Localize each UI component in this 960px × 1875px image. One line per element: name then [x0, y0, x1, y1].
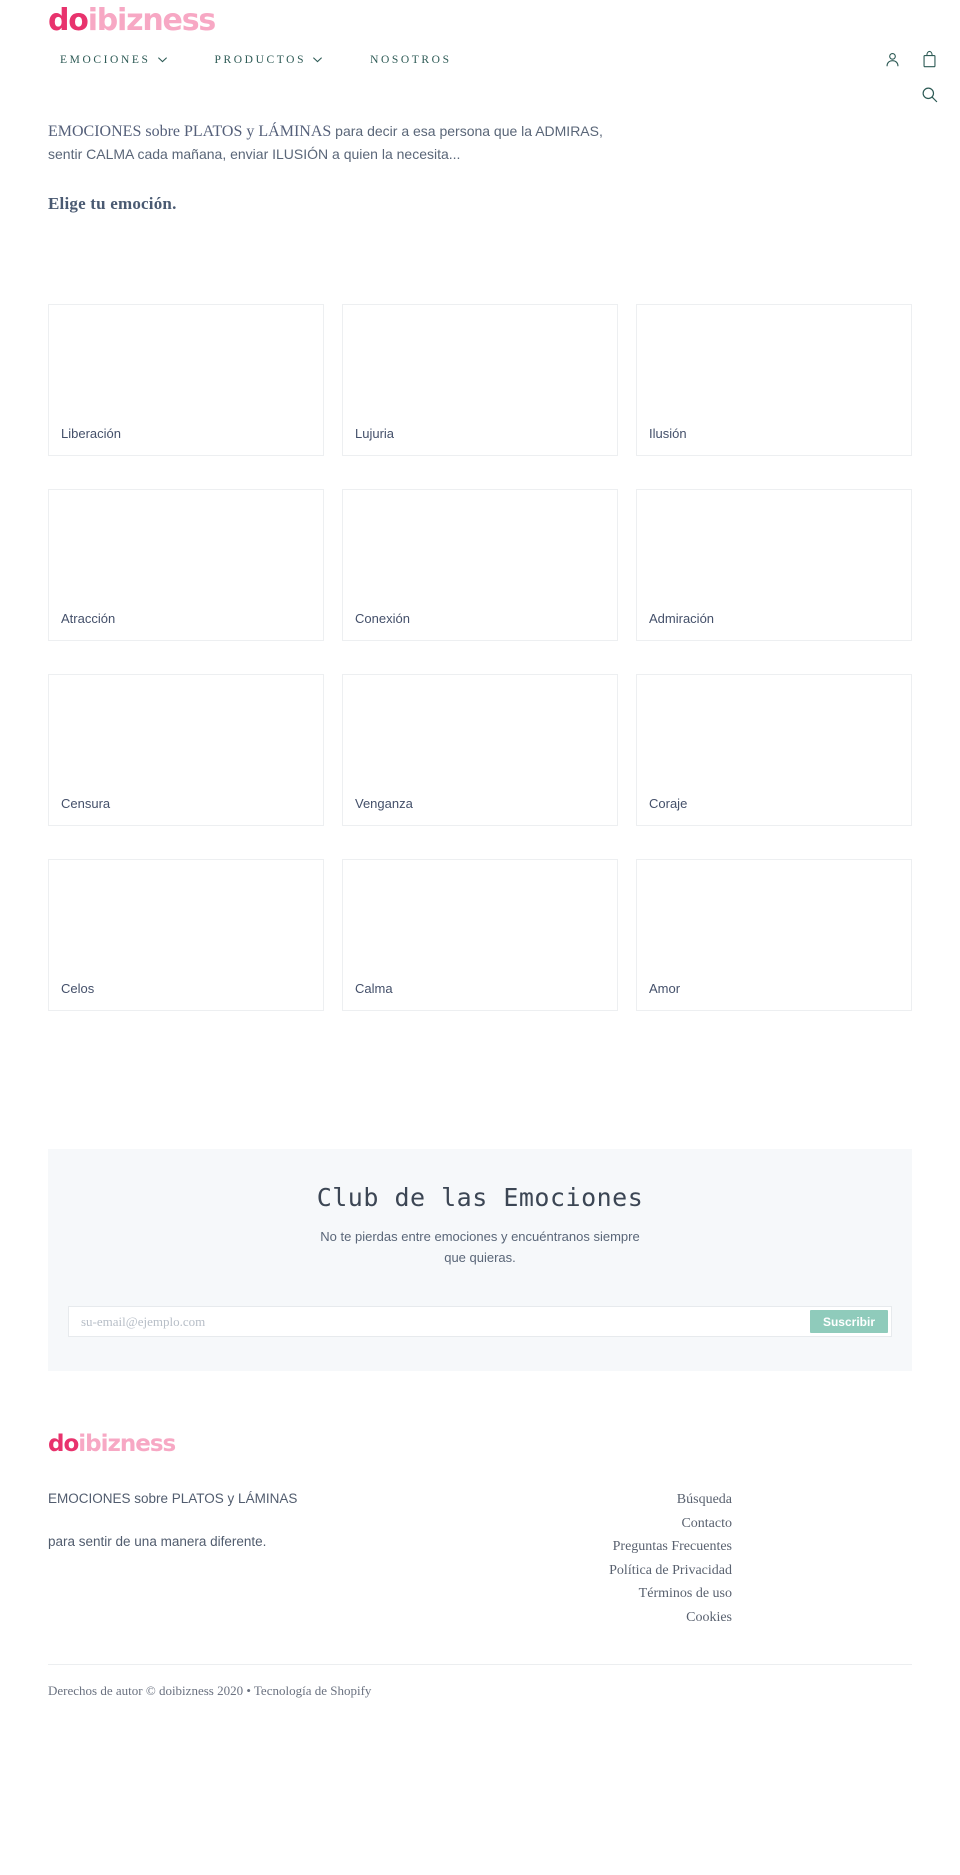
nav-item-nosotros[interactable]: NOSOTROS — [346, 54, 476, 66]
footer-link-list: Búsqueda Contacto Preguntas Frecuentes P… — [609, 1488, 912, 1630]
card-label: Coraje — [649, 796, 688, 811]
newsletter-subscribe-button[interactable]: Suscribir — [809, 1310, 888, 1333]
card-image — [637, 860, 911, 974]
emotion-card[interactable]: Admiración — [636, 489, 912, 641]
footer-about-line-1: EMOCIONES sobre PLATOS y LÁMINAS — [48, 1491, 298, 1506]
emotion-card[interactable]: Liberación — [48, 304, 324, 456]
footer-copyright: Derechos de autor © doibizness 2020 • Te… — [48, 1682, 372, 1698]
site-logo[interactable]: doibizness — [48, 3, 217, 38]
nav-item-emociones[interactable]: EMOCIONES — [36, 54, 191, 66]
header-search-row — [921, 86, 938, 103]
footer-link-cookies[interactable]: Cookies — [686, 1606, 732, 1630]
emotion-card[interactable]: Censura — [48, 674, 324, 826]
logo-text-primary: do — [48, 3, 89, 38]
bag-icon[interactable] — [921, 50, 938, 68]
chevron-down-icon — [313, 57, 322, 63]
footer-link-terminos-de-uso[interactable]: Términos de uso — [639, 1582, 732, 1606]
nav-item-label: PRODUCTOS — [214, 54, 307, 66]
card-label: Atracción — [61, 611, 116, 626]
logo-text-secondary: ibizness — [87, 3, 217, 38]
card-label: Censura — [61, 796, 111, 811]
emotion-card[interactable]: Calma — [342, 859, 618, 1011]
footer-link-politica-de-privacidad[interactable]: Política de Privacidad — [609, 1559, 732, 1583]
footer-logo-text-primary: do — [48, 1431, 79, 1457]
site-footer: doibizness EMOCIONES sobre PLATOS y LÁMI… — [0, 1371, 960, 1699]
primary-nav: EMOCIONES PRODUCTOS NOSOTROS — [36, 54, 476, 66]
newsletter-section: Club de las Emociones No te pierdas entr… — [0, 1044, 960, 1371]
intro-section: EMOCIONES sobre PLATOS y LÁMINAS para de… — [0, 112, 960, 214]
site-header: doibizness EMOCIONES PRODUCTOS NOSOTROS — [0, 0, 960, 112]
footer-columns: EMOCIONES sobre PLATOS y LÁMINAS para se… — [48, 1488, 912, 1630]
card-label: Venganza — [355, 796, 413, 811]
nav-item-label: EMOCIONES — [60, 54, 151, 66]
card-image — [49, 305, 323, 419]
footer-logo[interactable]: doibizness — [48, 1433, 912, 1456]
page-root: doibizness EMOCIONES PRODUCTOS NOSOTROS — [0, 0, 960, 1699]
account-icon[interactable] — [884, 51, 901, 68]
card-label: Celos — [61, 981, 95, 996]
footer-logo-text-secondary: ibizness — [78, 1431, 176, 1457]
card-image — [637, 305, 911, 419]
emotion-card[interactable]: Venganza — [342, 674, 618, 826]
chevron-down-icon — [157, 57, 167, 63]
footer-about-line-2: para sentir de una manera diferente. — [48, 1534, 267, 1549]
card-image — [637, 490, 911, 604]
emotion-card[interactable]: Ilusión — [636, 304, 912, 456]
newsletter-form: Suscribir — [68, 1306, 892, 1337]
nav-item-productos[interactable]: PRODUCTOS — [191, 54, 347, 66]
nav-item-label: NOSOTROS — [370, 54, 452, 66]
card-label: Lujuria — [355, 426, 395, 441]
card-image — [49, 490, 323, 604]
newsletter-panel: Club de las Emociones No te pierdas entr… — [48, 1149, 912, 1371]
header-actions — [884, 50, 938, 68]
card-image — [343, 305, 617, 419]
emotion-card[interactable]: Conexión — [342, 489, 618, 641]
card-label: Ilusión — [649, 426, 687, 441]
card-label: Liberación — [61, 426, 121, 441]
card-image — [49, 675, 323, 789]
card-label: Conexión — [355, 611, 410, 626]
emotion-card[interactable]: Atracción — [48, 489, 324, 641]
emotion-card[interactable]: Lujuria — [342, 304, 618, 456]
card-image — [637, 675, 911, 789]
search-icon[interactable] — [921, 86, 938, 103]
intro-paragraph: EMOCIONES sobre PLATOS y LÁMINAS para de… — [48, 120, 608, 166]
card-image — [343, 675, 617, 789]
emotion-grid: Liberación Lujuria Ilusión Atracción Con… — [48, 304, 912, 1044]
card-label: Amor — [649, 981, 681, 996]
newsletter-title: Club de las Emociones — [316, 1183, 644, 1212]
emotion-grid-section: Liberación Lujuria Ilusión Atracción Con… — [0, 214, 960, 1044]
card-image — [343, 490, 617, 604]
intro-heading: Elige tu emoción. — [48, 194, 177, 213]
intro-lead-serif: EMOCIONES sobre PLATOS y LÁMINAS — [48, 123, 332, 140]
emotion-card[interactable]: Celos — [48, 859, 324, 1011]
footer-link-contacto[interactable]: Contacto — [681, 1512, 732, 1536]
card-label: Calma — [355, 981, 393, 996]
emotion-card[interactable]: Amor — [636, 859, 912, 1011]
footer-link-busqueda[interactable]: Búsqueda — [677, 1488, 732, 1512]
footer-about: EMOCIONES sobre PLATOS y LÁMINAS para se… — [48, 1488, 297, 1630]
card-image — [49, 860, 323, 974]
card-label: Admiración — [649, 611, 715, 626]
newsletter-email-input[interactable] — [69, 1307, 810, 1336]
newsletter-subtitle: No te pierdas entre emociones y encuéntr… — [320, 1229, 640, 1265]
footer-link-preguntas-frecuentes[interactable]: Preguntas Frecuentes — [613, 1535, 732, 1559]
card-image — [343, 860, 617, 974]
emotion-card[interactable]: Coraje — [636, 674, 912, 826]
